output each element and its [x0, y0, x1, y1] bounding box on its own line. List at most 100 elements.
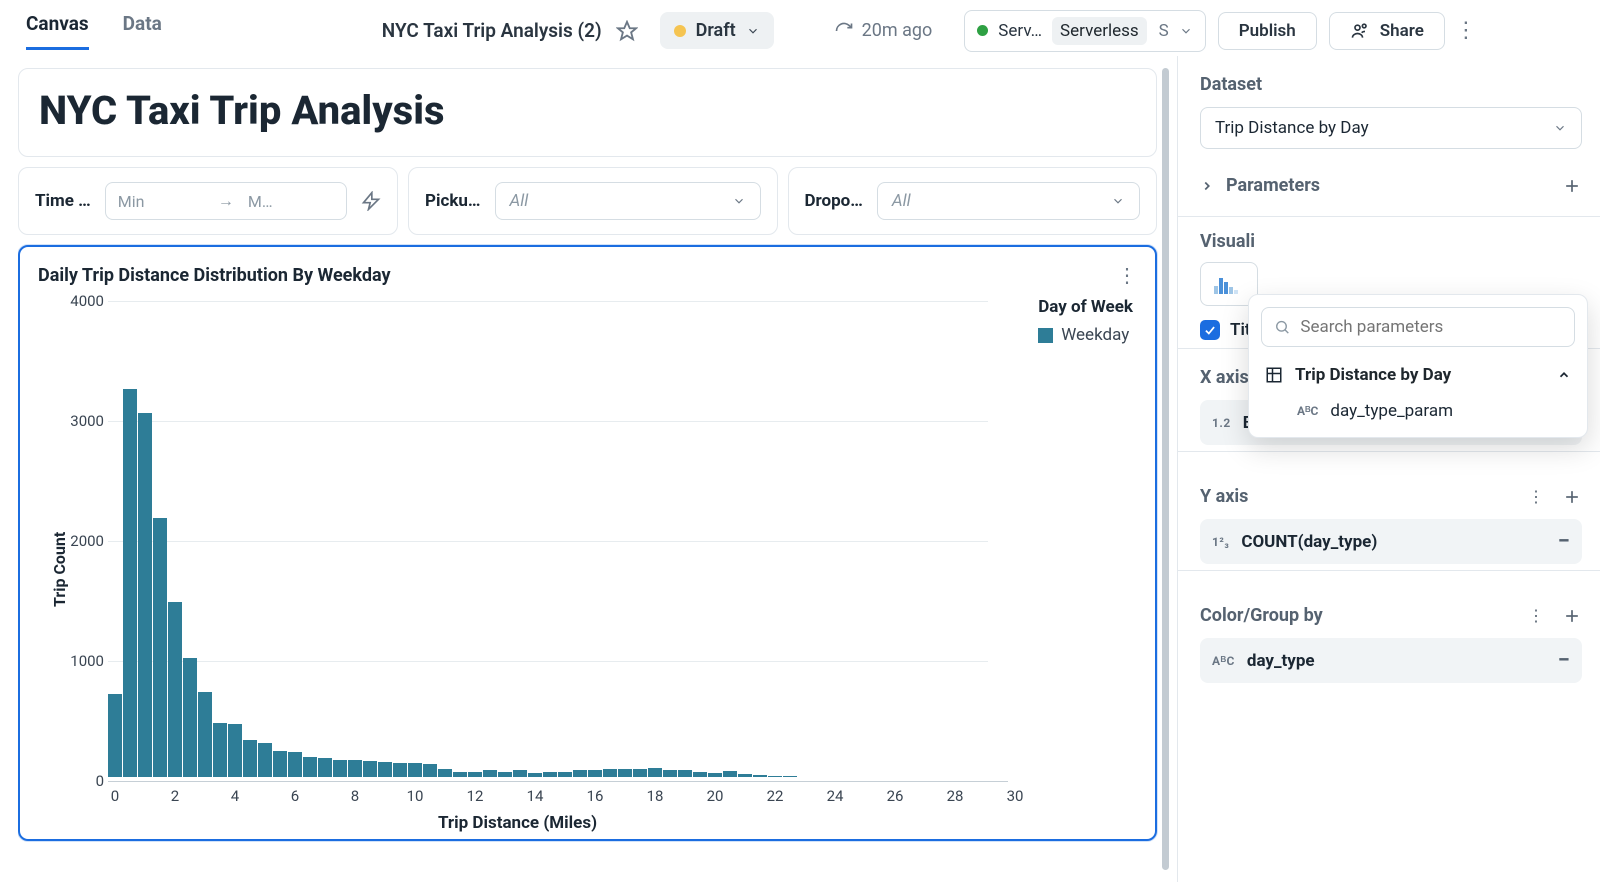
parameters-row[interactable]: Parameters: [1200, 169, 1582, 210]
bar: [663, 770, 677, 777]
filter-time[interactable]: Time … Min → M…: [18, 167, 398, 235]
doc-title: NYC Taxi Trip Analysis (2): [382, 19, 602, 42]
favorite-icon[interactable]: [616, 20, 638, 42]
share-button[interactable]: Share: [1329, 12, 1445, 50]
x-tick-label: 18: [647, 787, 664, 805]
remove-field-icon[interactable]: −: [1558, 648, 1570, 673]
select-placeholder: All: [510, 191, 529, 211]
config-panel: Dataset Trip Distance by Day Parameters …: [1177, 56, 1600, 882]
y-axis-more-icon[interactable]: ⋮: [1528, 487, 1544, 506]
top-tabs: Canvas Data: [26, 12, 162, 50]
tab-canvas[interactable]: Canvas: [26, 12, 89, 50]
bar: [333, 760, 347, 777]
remove-field-icon[interactable]: −: [1558, 529, 1570, 554]
bar: [558, 772, 572, 777]
color-heading: Color/Group by: [1200, 605, 1323, 626]
parameter-search[interactable]: [1261, 307, 1575, 347]
add-color-field-icon[interactable]: [1562, 606, 1582, 626]
select-placeholder: All: [892, 191, 911, 211]
time-range-input[interactable]: Min → M…: [105, 182, 347, 220]
chevron-down-icon: [1553, 121, 1567, 135]
string-type-icon: AᴮC: [1212, 654, 1235, 668]
chart-card[interactable]: Daily Trip Distance Distribution By Week…: [18, 245, 1157, 841]
y-axis-field[interactable]: 1²₃ COUNT(day_type) −: [1200, 519, 1582, 564]
y-tick-label: 0: [56, 772, 104, 790]
x-tick-label: 0: [111, 787, 119, 805]
bar: [138, 413, 152, 777]
x-tick-label: 6: [291, 787, 299, 805]
histogram-icon: [1212, 272, 1246, 296]
chevron-down-icon: [746, 24, 760, 38]
y-tick-label: 3000: [56, 412, 104, 430]
parameters-heading: Parameters: [1226, 175, 1320, 196]
add-y-field-icon[interactable]: [1562, 487, 1582, 507]
canvas-scroll[interactable]: NYC Taxi Trip Analysis Time … Min → M… P…: [16, 66, 1171, 872]
chart-more-icon[interactable]: ⋮: [1117, 263, 1137, 287]
refresh-status[interactable]: 20m ago: [834, 20, 933, 41]
filter-label: Picku…: [425, 191, 481, 211]
more-menu-icon[interactable]: ⋮: [1455, 18, 1477, 43]
x-tick-label: 28: [947, 787, 964, 805]
compute-label: Serv…: [998, 21, 1042, 41]
x-tick-label: 24: [827, 787, 844, 805]
share-label: Share: [1380, 21, 1424, 41]
bar: [168, 602, 182, 777]
x-tick-label: 10: [407, 787, 424, 805]
checkbox-checked-icon[interactable]: [1200, 320, 1220, 340]
draft-status[interactable]: Draft: [660, 12, 774, 49]
visualization-heading: Visuali: [1200, 231, 1582, 252]
bar: [423, 764, 437, 777]
draft-label: Draft: [696, 20, 736, 41]
bar: [108, 694, 122, 777]
add-parameter-icon[interactable]: [1562, 176, 1582, 196]
color-field[interactable]: AᴮC day_type −: [1200, 638, 1582, 683]
bar: [768, 776, 782, 777]
chart-legend: Day of Week Weekday: [1038, 297, 1133, 345]
parameter-search-input[interactable]: [1300, 317, 1562, 337]
parameter-item[interactable]: AᴮC day_type_param: [1261, 393, 1575, 425]
field-name: day_type: [1247, 651, 1315, 671]
bar: [213, 723, 227, 777]
y-tick-label: 4000: [56, 292, 104, 310]
chevron-down-icon: [1111, 194, 1125, 208]
parameters-popup: Trip Distance by Day AᴮC day_type_param: [1248, 294, 1588, 438]
dataset-heading: Dataset: [1200, 74, 1582, 95]
bar: [468, 772, 482, 777]
bar: [693, 772, 707, 777]
x-tick-label: 22: [767, 787, 784, 805]
x-tick-label: 14: [527, 787, 544, 805]
chevron-down-icon: [1179, 24, 1193, 38]
bar: [183, 658, 197, 777]
pickup-select[interactable]: All: [495, 182, 761, 220]
header: Canvas Data NYC Taxi Trip Analysis (2) D…: [0, 0, 1600, 56]
bar: [603, 769, 617, 777]
parameter-group[interactable]: Trip Distance by Day: [1261, 357, 1575, 393]
refresh-icon: [834, 21, 854, 41]
bar: [498, 772, 512, 777]
compute-selector[interactable]: Serv… Serverless S: [964, 10, 1205, 52]
bar: [378, 762, 392, 777]
color-more-icon[interactable]: ⋮: [1528, 606, 1544, 625]
x-tick-label: 12: [467, 787, 484, 805]
bar: [303, 757, 317, 777]
bolt-icon[interactable]: [361, 191, 381, 211]
dataset-select[interactable]: Trip Distance by Day: [1200, 107, 1582, 149]
legend-swatch-icon: [1038, 328, 1053, 343]
doc-title-wrap: NYC Taxi Trip Analysis (2) Draft: [382, 12, 774, 49]
bar: [153, 518, 167, 777]
filter-dropoff[interactable]: Dropo… All: [788, 167, 1158, 235]
dropoff-select[interactable]: All: [877, 182, 1140, 220]
bar: [258, 743, 272, 777]
tab-data[interactable]: Data: [123, 12, 162, 50]
share-icon: [1350, 21, 1370, 41]
numeric-type-icon: 1.2: [1212, 416, 1231, 430]
compute-serverless-chip: Serverless: [1052, 17, 1147, 45]
bar: [363, 761, 377, 777]
filter-pickup[interactable]: Picku… All: [408, 167, 778, 235]
time-min: Min: [118, 192, 204, 211]
y-axis-label: Trip Count: [50, 532, 69, 607]
title-card[interactable]: NYC Taxi Trip Analysis: [18, 68, 1157, 157]
legend-item[interactable]: Weekday: [1038, 325, 1133, 345]
publish-button[interactable]: Publish: [1218, 12, 1317, 50]
count-type-icon: 1²₃: [1212, 535, 1229, 549]
